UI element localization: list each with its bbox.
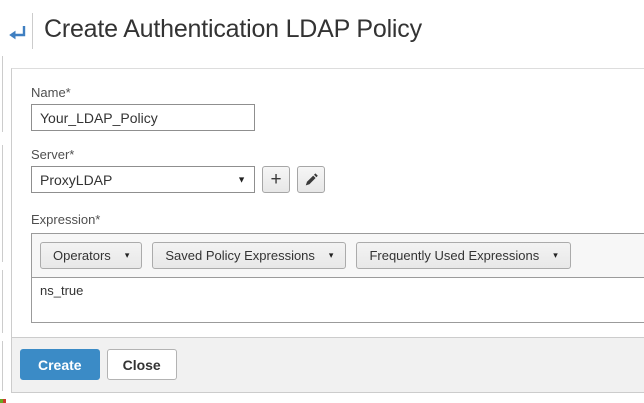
page-edge-line [2,341,3,391]
expression-toolbar: Operators ▾ Saved Policy Expressions ▾ F… [32,234,644,278]
plus-icon: + [270,170,281,189]
server-select[interactable]: ProxyLDAP ▼ [31,166,255,193]
page-title: Create Authentication LDAP Policy [44,15,422,44]
form-content: Name* Server* ProxyLDAP ▼ + Expression* [12,85,644,323]
create-button[interactable]: Create [20,349,100,380]
expression-builder: Operators ▾ Saved Policy Expressions ▾ F… [31,233,644,323]
operators-dropdown-label: Operators [53,248,111,263]
server-label: Server* [31,147,644,162]
page-edge-line [2,145,3,262]
chevron-down-icon: ▾ [329,251,334,260]
form-panel: Name* Server* ProxyLDAP ▼ + Expression* [11,68,644,393]
saved-policy-expressions-dropdown[interactable]: Saved Policy Expressions ▾ [152,242,346,269]
name-input[interactable] [31,104,255,131]
pencil-icon [303,172,319,188]
cropped-logo-fragment [0,399,6,403]
frequently-used-expressions-label: Frequently Used Expressions [369,248,539,263]
expression-label: Expression* [31,212,644,227]
back-button[interactable] [5,21,29,45]
page-edge-line [2,270,3,333]
back-arrow-icon [6,23,28,43]
add-server-button[interactable]: + [262,166,290,193]
name-label: Name* [31,85,644,100]
edit-server-button[interactable] [297,166,325,193]
expression-input[interactable]: ns_true [32,278,644,322]
operators-dropdown[interactable]: Operators ▾ [40,242,142,269]
select-caret-icon: ▼ [237,175,246,184]
server-row: ProxyLDAP ▼ + [31,166,644,193]
close-button[interactable]: Close [107,349,177,380]
saved-policy-expressions-label: Saved Policy Expressions [165,248,315,263]
chevron-down-icon: ▾ [125,251,130,260]
page-edge-line [2,56,3,132]
server-select-value: ProxyLDAP [40,172,112,188]
frequently-used-expressions-dropdown[interactable]: Frequently Used Expressions ▾ [356,242,570,269]
chevron-down-icon: ▾ [553,251,558,260]
form-footer: Create Close [12,337,644,392]
header-divider [32,13,33,49]
